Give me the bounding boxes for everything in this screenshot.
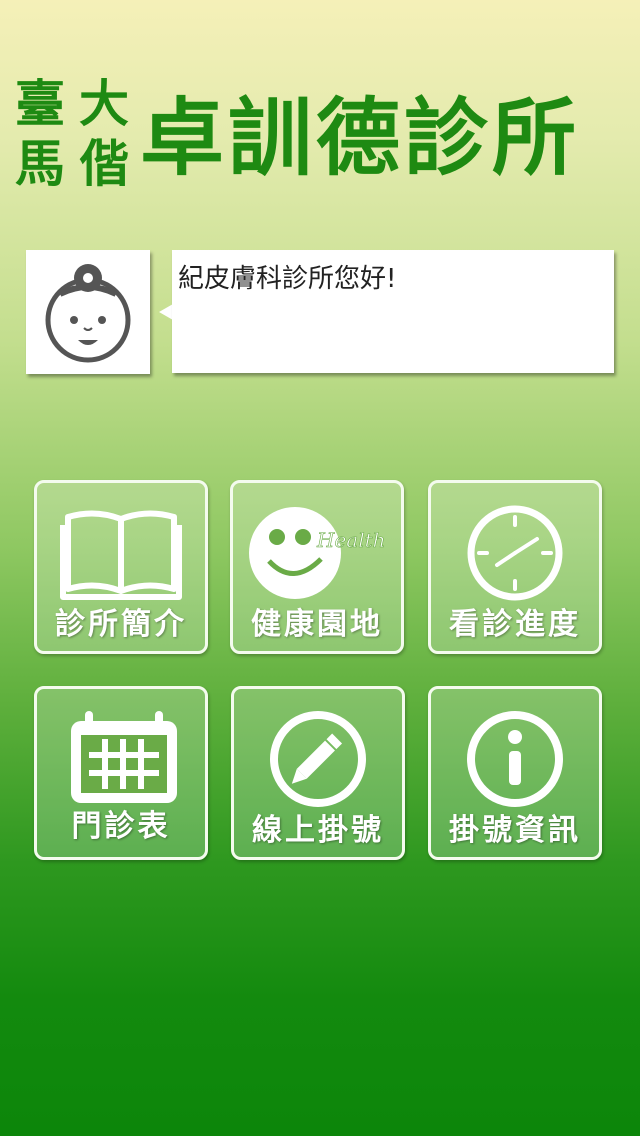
menu-schedule-button[interactable]: 門診表: [34, 686, 208, 860]
calendar-icon: [71, 711, 177, 803]
menu-label: 線上掛號: [252, 813, 384, 848]
menu-label: 門診表: [71, 809, 171, 844]
menu-registration-info-button[interactable]: 掛號資訊: [428, 686, 602, 860]
affiliation-char: 大: [79, 75, 129, 133]
affiliation-char: 偕: [79, 135, 129, 193]
doctor-face-icon: [45, 264, 131, 363]
avatar: [26, 250, 150, 374]
greeting-message: 紀皮膚科診所您好!: [178, 264, 397, 294]
smiley-health-icon: Health: [249, 507, 386, 599]
menu-label: 診所簡介: [55, 607, 187, 642]
speech-bubble-tail: [159, 304, 173, 320]
clock-icon: [467, 505, 563, 601]
book-icon: [60, 510, 182, 600]
info-icon: [467, 711, 563, 807]
affiliation-char: 臺: [15, 75, 65, 133]
hospital-affiliation: 臺 大 馬 偕: [8, 74, 136, 194]
pencil-icon: [270, 711, 366, 807]
menu-label: 看診進度: [449, 607, 581, 642]
menu-online-registration-button[interactable]: 線上掛號: [231, 686, 405, 860]
menu-health-corner-button[interactable]: Health 健康園地: [230, 480, 404, 654]
speech-bubble: 紀皮膚科診所您好!: [172, 250, 614, 373]
health-icon-text: Health: [316, 528, 386, 552]
menu-label: 健康園地: [251, 607, 383, 642]
affiliation-char: 馬: [15, 135, 65, 193]
menu-clinic-intro-button[interactable]: 診所簡介: [34, 480, 208, 654]
clinic-name: 卓訓德診所: [140, 89, 581, 187]
menu-progress-button[interactable]: 看診進度: [428, 480, 602, 654]
menu-label: 掛號資訊: [449, 813, 581, 848]
